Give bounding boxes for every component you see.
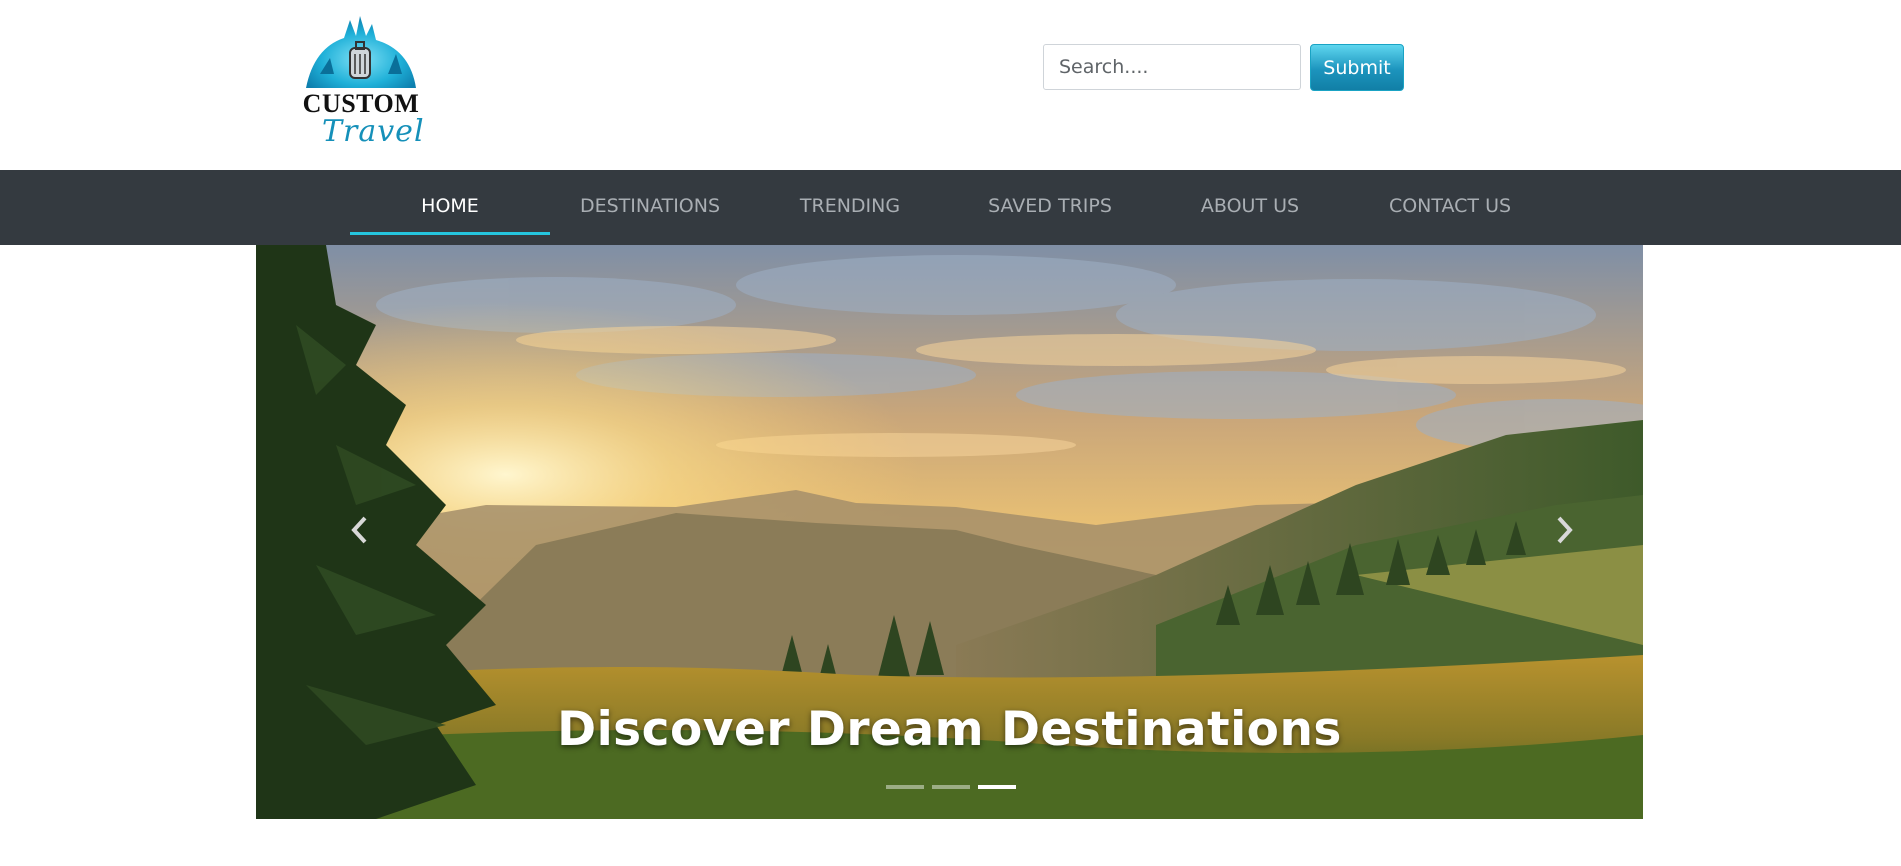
- carousel-indicator-3[interactable]: [978, 785, 1016, 789]
- nav-item-contact-us[interactable]: CONTACT US: [1350, 170, 1550, 245]
- hero-carousel: Discover Dream Destinations: [256, 245, 1643, 819]
- brand-logo[interactable]: CUSTOM Travel: [300, 14, 425, 156]
- carousel-prev-button[interactable]: [340, 510, 380, 550]
- site-header: CUSTOM Travel Submit: [0, 0, 1901, 170]
- carousel-next-button[interactable]: [1544, 510, 1584, 550]
- carousel-indicator-2[interactable]: [932, 785, 970, 789]
- nav-item-destinations[interactable]: DESTINATIONS: [550, 170, 750, 245]
- main-navbar: HOME DESTINATIONS TRENDING SAVED TRIPS A…: [0, 170, 1901, 245]
- slide-caption: Discover Dream Destinations: [557, 702, 1342, 757]
- carousel-indicator-1[interactable]: [886, 785, 924, 789]
- search-input[interactable]: [1043, 44, 1301, 90]
- nav-item-home[interactable]: HOME: [350, 170, 550, 245]
- travel-globe-icon: [306, 16, 416, 88]
- chevron-left-icon: [351, 516, 367, 544]
- carousel-indicators: [886, 785, 1016, 791]
- nav-item-saved-trips[interactable]: SAVED TRIPS: [950, 170, 1150, 245]
- brand-tagline: Travel: [322, 114, 425, 149]
- nav-item-about-us[interactable]: ABOUT US: [1150, 170, 1350, 245]
- chevron-right-icon: [1557, 516, 1573, 544]
- nav-item-trending[interactable]: TRENDING: [750, 170, 950, 245]
- submit-button[interactable]: Submit: [1310, 44, 1404, 91]
